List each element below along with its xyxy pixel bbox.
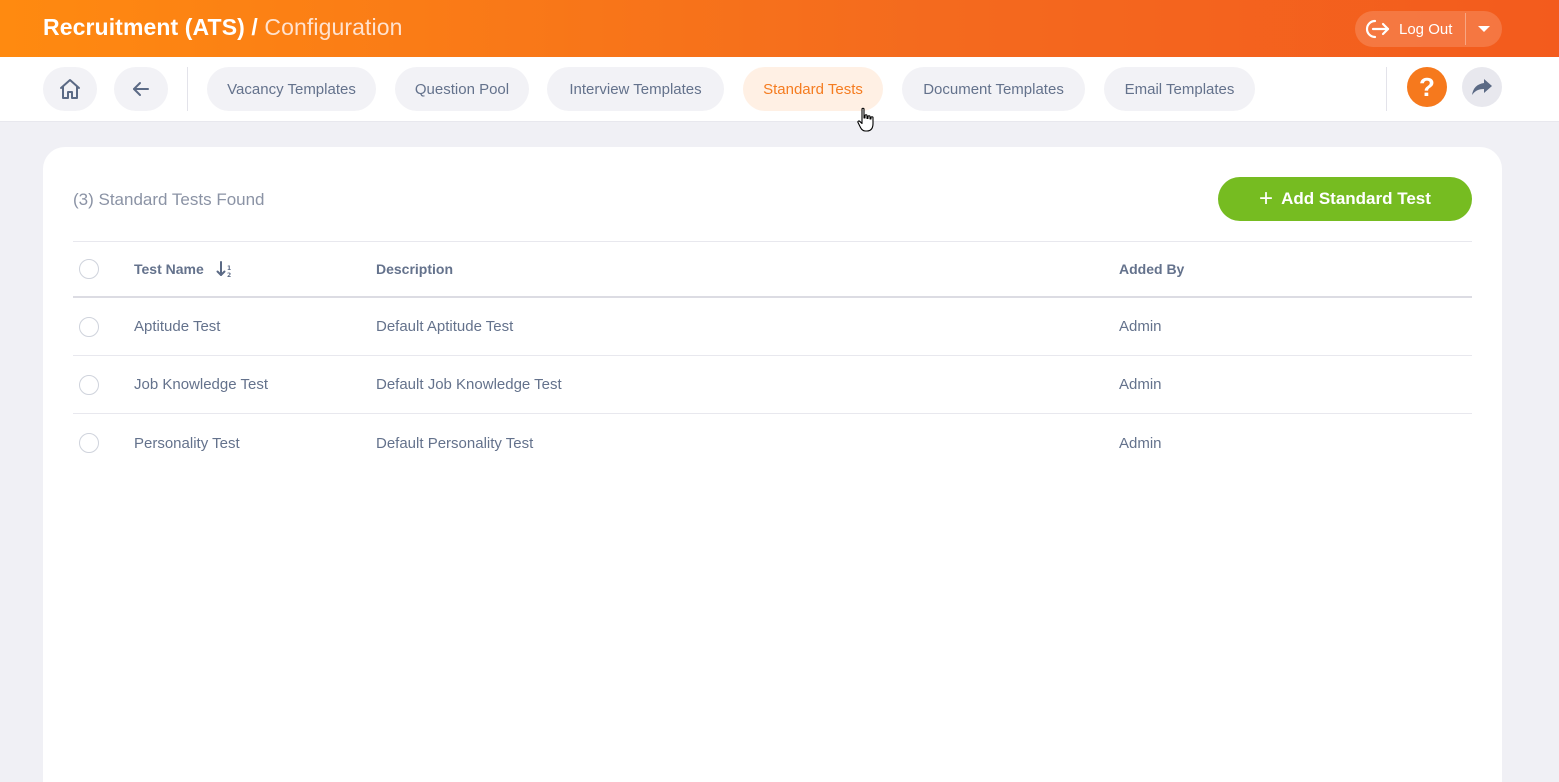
table-header: Test Name 1 2 Description Added By	[73, 241, 1472, 298]
standard-tests-card: (3) Standard Tests Found + Add Standard …	[43, 147, 1502, 782]
back-button[interactable]	[114, 67, 168, 111]
share-button[interactable]	[1462, 67, 1502, 107]
section-title: Configuration	[264, 14, 403, 40]
column-header-added-by: Added By	[1119, 261, 1185, 277]
svg-text:1: 1	[227, 265, 231, 272]
arrow-left-icon	[133, 82, 149, 96]
hand-cursor-icon	[857, 107, 874, 132]
page-title: Recruitment (ATS) / Configuration	[43, 14, 403, 41]
table-row[interactable]: Aptitude Test Default Aptitude Test Admi…	[73, 298, 1472, 356]
home-button[interactable]	[43, 67, 97, 111]
results-count: (3) Standard Tests Found	[73, 190, 265, 209]
config-navbar: Vacancy Templates Question Pool Intervie…	[0, 57, 1559, 122]
column-header-description: Description	[376, 261, 454, 277]
user-menu-toggle[interactable]	[1466, 11, 1502, 47]
logout-group: Log Out	[1355, 11, 1502, 47]
module-title: Recruitment (ATS) /	[43, 14, 258, 40]
added-by-cell: Admin	[1119, 434, 1162, 452]
select-all-checkbox[interactable]	[79, 259, 99, 279]
add-standard-test-button[interactable]: + Add Standard Test	[1218, 177, 1472, 221]
description-cell: Default Aptitude Test	[376, 318, 514, 335]
sort-ascending-icon[interactable]: 1 2	[216, 260, 234, 278]
test-name-cell: Personality Test	[134, 434, 240, 452]
nav-divider	[187, 67, 188, 111]
column-label: Test Name	[134, 261, 204, 277]
logout-button[interactable]: Log Out	[1355, 11, 1465, 47]
description-cell: Default Personality Test	[376, 434, 534, 452]
plus-icon: +	[1259, 185, 1274, 212]
tab-question-pool[interactable]: Question Pool	[395, 67, 529, 111]
home-icon	[60, 79, 80, 99]
added-by-cell: Admin	[1119, 318, 1162, 335]
share-icon	[1472, 79, 1492, 95]
tab-standard-tests[interactable]: Standard Tests	[743, 67, 883, 111]
help-button[interactable]: ?	[1407, 67, 1447, 107]
test-name-cell: Job Knowledge Test	[134, 376, 268, 393]
standard-tests-table: Test Name 1 2 Description Added By Aptit…	[73, 241, 1472, 472]
description-cell: Default Job Knowledge Test	[376, 376, 562, 393]
nav-divider-right	[1386, 67, 1387, 111]
column-header-test-name[interactable]: Test Name 1 2	[134, 242, 234, 296]
svg-text:2: 2	[227, 272, 231, 278]
table-row[interactable]: Personality Test Default Personality Tes…	[73, 414, 1472, 472]
table-row[interactable]: Job Knowledge Test Default Job Knowledge…	[73, 356, 1472, 414]
question-icon: ?	[1419, 71, 1435, 102]
caret-down-icon	[1478, 26, 1490, 32]
tab-interview-templates[interactable]: Interview Templates	[547, 67, 724, 111]
tab-vacancy-templates[interactable]: Vacancy Templates	[207, 67, 376, 111]
row-checkbox[interactable]	[79, 316, 99, 337]
app-header: Recruitment (ATS) / Configuration Log Ou…	[0, 0, 1559, 57]
added-by-cell: Admin	[1119, 376, 1162, 393]
row-checkbox[interactable]	[79, 374, 99, 395]
add-button-label: Add Standard Test	[1281, 189, 1431, 208]
tab-email-templates[interactable]: Email Templates	[1104, 67, 1255, 111]
logout-icon	[1365, 19, 1390, 39]
tab-document-templates[interactable]: Document Templates	[902, 67, 1085, 111]
logout-label: Log Out	[1399, 20, 1453, 38]
test-name-cell: Aptitude Test	[134, 318, 221, 335]
row-checkbox[interactable]	[79, 433, 99, 453]
